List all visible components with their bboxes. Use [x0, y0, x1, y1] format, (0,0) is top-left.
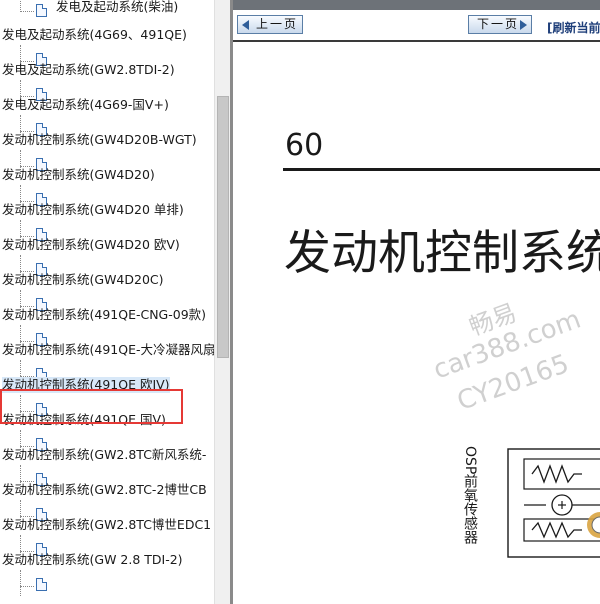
- document-page-icon[interactable]: [36, 4, 47, 17]
- page-number: 60: [285, 128, 324, 163]
- tree-item-label: 发动机控制系统(491QE-CNG-09款): [2, 307, 207, 322]
- oxygen-sensor-circuit-diagram: [507, 448, 600, 558]
- chapter-tree: 发电及起动系统(柴油) 发电及起动系统(4G69、491QE) 发电及起动系统(GW…: [0, 0, 214, 604]
- sensor-label: OSP前氧传感器: [462, 446, 478, 545]
- next-page-label: 下一页: [477, 17, 520, 31]
- chapter-tree-pane: 发电及起动系统(柴油) 发电及起动系统(4G69、491QE) 发电及起动系统(GW…: [0, 0, 230, 604]
- signal-resistor-icon: [531, 521, 582, 539]
- section-title: 发动机控制系统: [284, 226, 600, 281]
- tree-item[interactable]: 发动机控制系统(4G69): [0, 595, 214, 604]
- document-page-icon[interactable]: [36, 578, 47, 591]
- title-rule: [283, 168, 600, 171]
- tree-item-label: 发电及起动系统(4G69-国V+): [2, 97, 169, 112]
- tree-item-label: 发动机控制系统(GW4D20): [2, 167, 155, 182]
- tree-item-label: 发电及起动系统(柴油): [56, 0, 179, 14]
- heater-resistor-icon: [531, 464, 582, 484]
- previous-page-label: 上一页: [256, 17, 299, 31]
- next-page-button[interactable]: 下一页: [468, 15, 532, 34]
- tree-item-label: 发动机控制系统(GW 2.8 TDI-2): [2, 552, 183, 567]
- tree-scrollbar[interactable]: [214, 0, 230, 604]
- tree-item-label: 发动机控制系统(GW4D20B-WGT): [2, 132, 197, 147]
- selection-highlight-box: [0, 389, 183, 424]
- tree-item-label: 发电及起动系统(GW2.8TDI-2): [2, 62, 175, 77]
- tree-item-label: 发动机控制系统(GW4D20 欧V): [2, 237, 180, 252]
- tree-connector-branch: [20, 586, 34, 587]
- tree-item-label: 发动机控制系统(GW2.8TC新风系统-: [2, 447, 207, 462]
- tree-scrollbar-thumb[interactable]: [217, 96, 229, 358]
- previous-page-button[interactable]: 上一页: [237, 15, 303, 34]
- arrow-right-icon: [520, 20, 527, 30]
- tree-item-label: 发动机控制系统(491QE-大冷凝器风扇): [2, 342, 214, 357]
- tree-item-label: 发动机控制系统(GW4D20 单排): [2, 202, 184, 217]
- viewer-top-strip: [233, 0, 600, 10]
- tree-connector-branch: [20, 11, 34, 12]
- arrow-left-icon: [242, 20, 249, 30]
- heater-box: [523, 458, 600, 490]
- refresh-current-link[interactable]: [刷新当前: [547, 19, 600, 36]
- tree-item-label: 发电及起动系统(4G69、491QE): [2, 27, 187, 42]
- tree-item-label: 发动机控制系统(GW4D20C): [2, 272, 164, 287]
- tree-item-label: 发动机控制系统(GW2.8TC-2博世CB: [2, 482, 207, 497]
- tree-item-label: 发动机控制系统(GW2.8TC博世EDC1: [2, 517, 212, 532]
- tree-item[interactable]: 发动机控制系统(GW 2.8 TDI-2): [0, 552, 214, 596]
- page-navigation-bar: 上一页 下一页 [刷新当前: [233, 10, 600, 42]
- tree-connector-line: [20, 570, 21, 596]
